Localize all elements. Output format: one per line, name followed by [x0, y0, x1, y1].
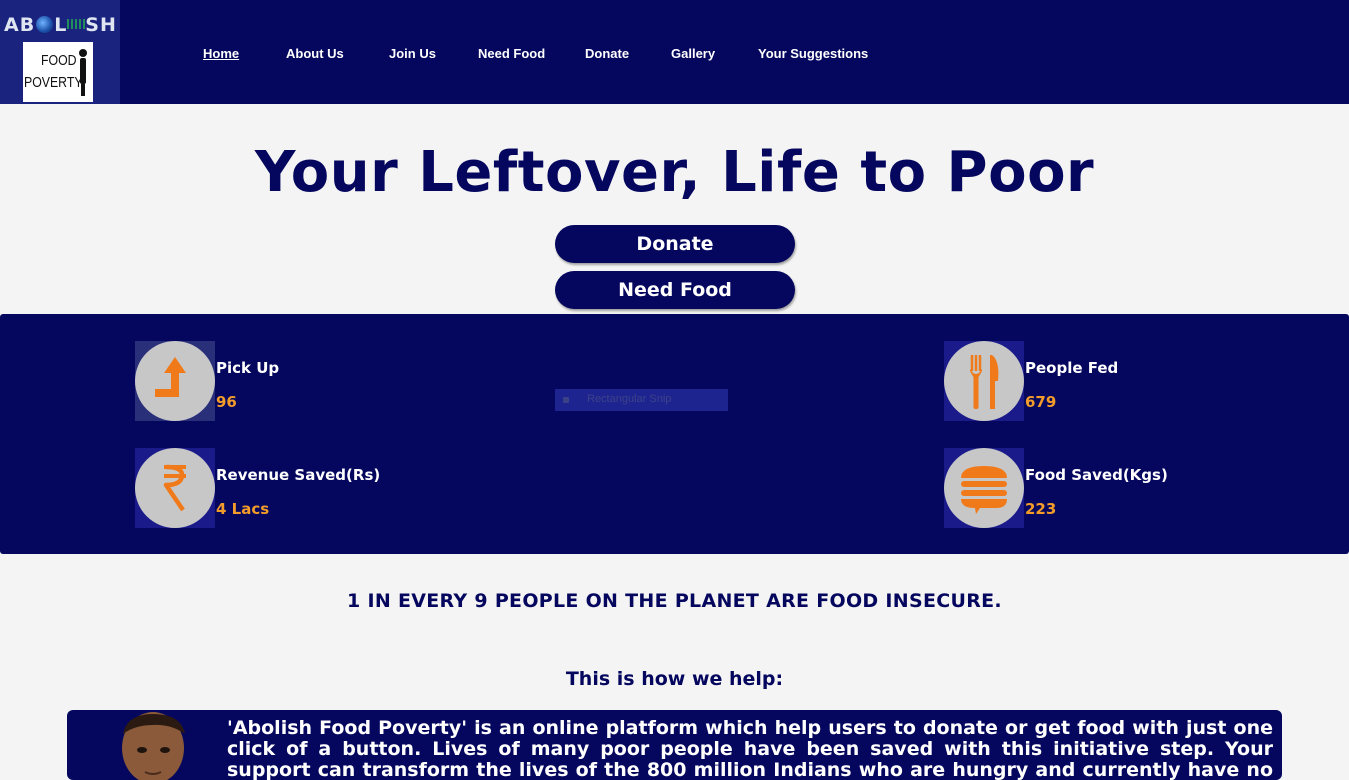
grass-icon — [67, 19, 86, 29]
nav-about-us[interactable]: About Us — [286, 46, 344, 61]
logo-badge: FOOD POVERTY — [23, 42, 93, 102]
stats-panel: Pick Up 96 People Fed 679 Rectangular Sn… — [0, 314, 1349, 554]
nav-need-food[interactable]: Need Food — [478, 46, 545, 61]
about-panel: 'Abolish Food Poverty' is an online plat… — [67, 710, 1282, 780]
stat-pickup-label: Pick Up — [216, 359, 280, 377]
nav-your-suggestions[interactable]: Your Suggestions — [758, 46, 868, 61]
nav-home[interactable]: Home — [203, 46, 239, 61]
stat-food-saved-label: Food Saved(Kgs) — [1025, 466, 1168, 484]
food-icon — [944, 448, 1024, 528]
logo-wordmark: AB L SH — [4, 14, 117, 36]
child-photo — [115, 712, 197, 780]
food-insecurity-fact: 1 IN EVERY 9 PEOPLE ON THE PLANET ARE FO… — [347, 590, 1002, 612]
globe-icon — [36, 16, 54, 33]
stat-people-fed-value: 679 — [1025, 393, 1057, 411]
person-silhouette-icon — [79, 49, 87, 96]
nav-join-us[interactable]: Join Us — [389, 46, 436, 61]
about-description: 'Abolish Food Poverty' is an online plat… — [227, 717, 1273, 780]
rupee-icon — [135, 448, 215, 528]
stat-pickup-value: 96 — [216, 393, 237, 411]
navbar: AB L SH FOOD POVERTY Home About Us Join Us… — [0, 0, 1349, 104]
nav-gallery[interactable]: Gallery — [671, 46, 715, 61]
hero-title: Your Leftover, Life to Poor — [254, 140, 1095, 205]
stat-revenue-label: Revenue Saved(Rs) — [216, 466, 381, 484]
need-food-button[interactable]: Need Food — [555, 271, 795, 309]
arrow-up-icon — [135, 341, 215, 421]
donate-button[interactable]: Donate — [555, 225, 795, 263]
stat-people-fed-label: People Fed — [1025, 359, 1119, 377]
stat-food-saved-value: 223 — [1025, 500, 1057, 518]
help-heading: This is how we help: — [565, 668, 784, 690]
rectangular-snip-tooltip: Rectangular Snip — [555, 389, 728, 411]
nav-donate[interactable]: Donate — [585, 46, 629, 61]
fork-knife-icon — [944, 341, 1024, 421]
site-logo[interactable]: AB L SH FOOD POVERTY — [0, 0, 120, 104]
stat-revenue-value: 4 Lacs — [216, 500, 270, 518]
